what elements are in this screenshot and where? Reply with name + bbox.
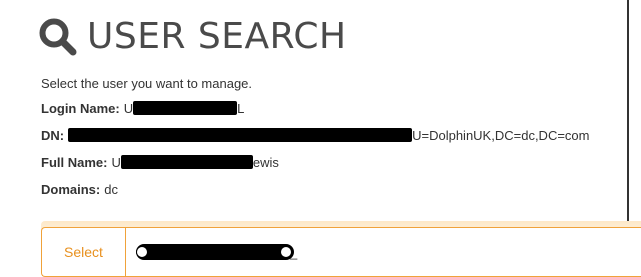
selected-user-redaction [136, 244, 294, 260]
full-name-value: U ewis [111, 155, 278, 170]
full-name-label: Full Name: [41, 154, 108, 170]
login-name-suffix: L [237, 100, 245, 116]
login-name-redaction [133, 101, 238, 115]
full-name-redaction [120, 155, 253, 169]
domains-row: Domains: dc [41, 180, 118, 198]
full-name-suffix: ewis [252, 154, 279, 170]
login-name-value: U L [124, 101, 245, 116]
dn-value: U=DolphinUK,DC=dc,DC=com [68, 128, 589, 143]
select-button[interactable]: Select [41, 227, 125, 277]
login-name-row: Login Name: U L [41, 99, 244, 117]
dn-suffix: U=DolphinUK,DC=dc,DC=com [412, 127, 590, 143]
full-name-prefix: U [111, 154, 121, 170]
login-name-label: Login Name: [41, 100, 120, 116]
page-title: USER SEARCH [87, 16, 347, 57]
dn-redaction [68, 128, 413, 142]
user-select-input[interactable]: _ [125, 227, 641, 277]
domains-label: Domains: [41, 181, 101, 197]
login-name-prefix: U [123, 100, 134, 116]
dn-label: DN: [41, 127, 65, 143]
search-icon [39, 18, 77, 56]
domains-value: dc [104, 181, 118, 197]
full-name-row: Full Name: U ewis [41, 153, 279, 171]
page-header: USER SEARCH [38, 12, 347, 62]
instructions-text: Select the user you want to manage. [41, 76, 253, 91]
dn-row: DN: U=DolphinUK,DC=dc,DC=com [41, 126, 589, 144]
